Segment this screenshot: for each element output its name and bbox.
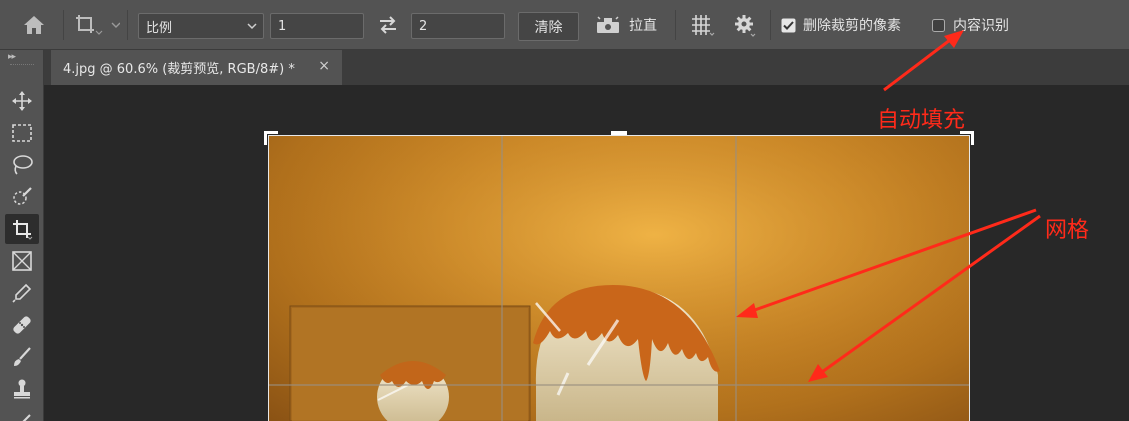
options-bar: 比例 1 2 清除 拉直 删除裁剪的像素 内容识别 bbox=[0, 0, 1129, 50]
annotation-auto-fill: 自动填充 bbox=[877, 108, 966, 133]
clear-button[interactable]: 清除 bbox=[518, 12, 579, 41]
chevron-down-icon bbox=[247, 23, 257, 30]
straighten-label[interactable]: 拉直 bbox=[629, 0, 657, 50]
document-tab[interactable]: 4.jpg @ 60.6% (裁剪预览, RGB/8#) * × bbox=[51, 50, 342, 85]
brush-tool-icon[interactable] bbox=[5, 342, 39, 372]
dessert-photo bbox=[268, 135, 970, 421]
collapse-panel-icon[interactable]: ▸▸ bbox=[8, 52, 16, 62]
tools-panel: ▸▸ bbox=[0, 50, 44, 421]
document-tab-title: 4.jpg @ 60.6% (裁剪预览, RGB/8#) * bbox=[63, 62, 295, 77]
lasso-tool-icon[interactable] bbox=[5, 150, 39, 180]
panel-grip[interactable] bbox=[10, 64, 34, 67]
eyedropper-tool-icon[interactable] bbox=[5, 278, 39, 308]
annotation-grid: 网格 bbox=[1045, 218, 1090, 243]
ratio-height-input[interactable]: 2 bbox=[411, 13, 505, 39]
home-icon[interactable] bbox=[22, 0, 46, 50]
ratio-width-value: 1 bbox=[278, 18, 287, 34]
crop-tool-icon[interactable] bbox=[5, 214, 39, 244]
move-tool-icon[interactable] bbox=[5, 86, 39, 116]
crop-handle-top[interactable] bbox=[611, 131, 627, 135]
frame-tool-icon[interactable] bbox=[5, 246, 39, 276]
ratio-width-input[interactable]: 1 bbox=[270, 13, 364, 39]
photoshop-window: 比例 1 2 清除 拉直 删除裁剪的像素 内容识别 4.jpg @ 60.6% … bbox=[0, 0, 1129, 421]
close-icon[interactable]: × bbox=[318, 58, 330, 74]
clear-button-label: 清除 bbox=[534, 19, 563, 36]
history-brush-tool-icon[interactable] bbox=[5, 406, 39, 421]
straighten-icon[interactable] bbox=[595, 0, 621, 50]
delete-cropped-label[interactable]: 删除裁剪的像素 bbox=[803, 0, 901, 50]
gear-icon[interactable] bbox=[733, 0, 757, 50]
grid-overlay-icon[interactable] bbox=[690, 0, 716, 50]
marquee-tool-icon[interactable] bbox=[5, 118, 39, 148]
delete-cropped-checkbox[interactable] bbox=[781, 0, 796, 50]
document-image[interactable] bbox=[268, 135, 970, 421]
crop-tool-preset-icon[interactable] bbox=[74, 0, 120, 50]
content-aware-label[interactable]: 内容识别 bbox=[953, 0, 1009, 50]
checkbox-checked-icon bbox=[781, 18, 796, 32]
ratio-select[interactable]: 比例 bbox=[138, 13, 264, 39]
stamp-tool-icon[interactable] bbox=[5, 374, 39, 404]
swap-icon[interactable] bbox=[378, 0, 398, 50]
quick-selection-tool-icon[interactable] bbox=[5, 182, 39, 212]
ratio-height-value: 2 bbox=[419, 18, 428, 34]
content-aware-checkbox[interactable] bbox=[932, 0, 945, 50]
crop-handle-top-left[interactable] bbox=[264, 131, 278, 145]
healing-brush-tool-icon[interactable] bbox=[5, 310, 39, 340]
checkbox-unchecked-icon bbox=[932, 18, 945, 32]
ratio-select-value: 比例 bbox=[146, 20, 173, 36]
